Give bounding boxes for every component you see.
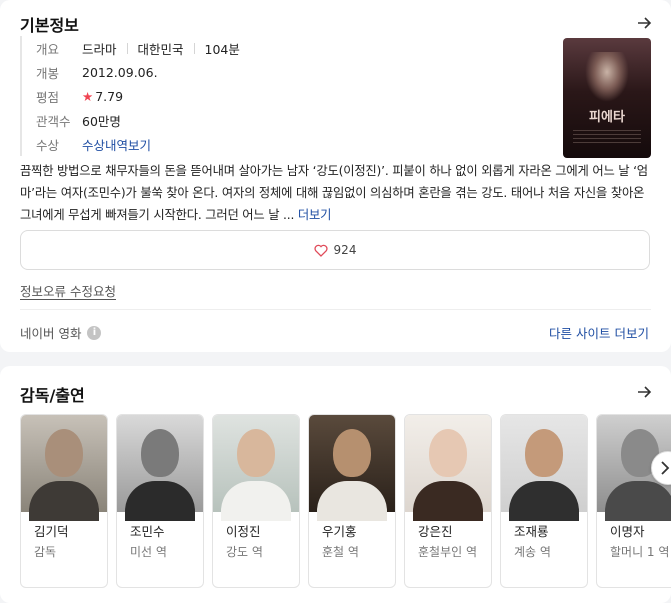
cast-card: 감독/출연 김기덕 감독 조민수 미선 역 이정진 강도 역 우기홍 훈철 역 … [0, 366, 671, 603]
report-error-link[interactable]: 정보오류 수정요청 [20, 281, 116, 300]
person-name: 조재룡 [514, 524, 549, 539]
person-photo [309, 415, 395, 521]
awards-link[interactable]: 수상내역보기 [82, 135, 151, 154]
info-row-audience: 관객수 60만명 [36, 108, 240, 132]
arrow-right-icon[interactable] [635, 14, 653, 32]
cast-item[interactable]: 조재룡 계송 역 [500, 414, 588, 588]
like-count: 924 [333, 243, 357, 257]
like-button[interactable]: 924 [20, 230, 650, 270]
person-name: 강은진 [418, 524, 453, 539]
person-role: 강도 역 [226, 545, 263, 559]
cast-item[interactable]: 이명자 할머니 1 역 [596, 414, 671, 588]
release-value: 2012.09.06. [82, 64, 158, 80]
person-name: 우기홍 [322, 524, 357, 539]
movie-poster[interactable]: 피에타 [563, 38, 651, 158]
person-name: 이정진 [226, 524, 261, 539]
person-photo [117, 415, 203, 521]
person-role: 훈철 역 [322, 545, 359, 559]
person-name: 이명자 [610, 524, 645, 539]
synopsis-more-link[interactable]: 더보기 [298, 208, 332, 222]
info-row-release: 개봉 2012.09.06. [36, 60, 240, 84]
poster-figure [585, 52, 629, 102]
poster-title: 피에타 [589, 110, 625, 125]
info-row-overview: 개요 드라마 대한민국 104분 [36, 36, 240, 60]
cast-item[interactable]: 김기덕 감독 [20, 414, 108, 588]
rating-value: 7.79 [95, 88, 124, 104]
person-photo [405, 415, 491, 521]
cast-item[interactable]: 우기홍 훈철 역 [308, 414, 396, 588]
source-label: 네이버 영화 i [20, 323, 102, 342]
cast-item[interactable]: 강은진 훈철부인 역 [404, 414, 492, 588]
info-list: 개요 드라마 대한민국 104분 개봉 2012.09.06. 평점 ★ 7.7… [20, 36, 240, 156]
genre-value: 드라마 [82, 41, 117, 57]
label-audience: 관객수 [36, 113, 71, 129]
basic-info-card: 기본정보 개요 드라마 대한민국 104분 개봉 2012.09.06. 평점 … [0, 0, 671, 352]
person-role: 할머니 1 역 [610, 545, 670, 559]
person-name: 조민수 [130, 524, 165, 539]
cast-title: 감독/출연 [20, 386, 85, 405]
info-icon[interactable]: i [87, 325, 102, 340]
chevron-right-icon [661, 461, 670, 475]
person-role: 감독 [34, 545, 57, 559]
country-value: 대한민국 [137, 41, 184, 57]
poster-credits [573, 130, 641, 144]
person-photo [213, 415, 299, 521]
label-awards: 수상 [36, 137, 60, 153]
divider [126, 42, 128, 54]
label-rating: 평점 [36, 89, 60, 105]
runtime-value: 104분 [204, 41, 240, 57]
info-row-rating: 평점 ★ 7.79 [36, 84, 240, 108]
person-photo [21, 415, 107, 521]
synopsis-text: 끔찍한 방법으로 채무자들의 돈을 뜯어내며 살아가는 남자 ‘강도(이정진)’… [20, 164, 648, 222]
basic-info-title: 기본정보 [20, 16, 79, 35]
person-role: 미선 역 [130, 545, 167, 559]
divider [193, 42, 195, 54]
person-name: 김기덕 [34, 524, 69, 539]
heart-icon [314, 244, 328, 257]
star-icon: ★ [82, 88, 94, 104]
person-role: 계송 역 [514, 545, 551, 559]
label-overview: 개요 [36, 41, 60, 57]
divider [20, 309, 651, 310]
arrow-right-icon[interactable] [635, 383, 653, 401]
cast-item[interactable]: 조민수 미선 역 [116, 414, 204, 588]
synopsis: 끔찍한 방법으로 채무자들의 돈을 뜯어내며 살아가는 남자 ‘강도(이정진)’… [20, 160, 652, 226]
person-photo [501, 415, 587, 521]
source-text: 네이버 영화 [20, 326, 82, 341]
label-release: 개봉 [36, 65, 60, 81]
other-sites-link[interactable]: 다른 사이트 더보기 [549, 323, 649, 342]
info-row-awards: 수상 수상내역보기 [36, 132, 240, 156]
person-role: 훈철부인 역 [418, 545, 478, 559]
cast-item[interactable]: 이정진 강도 역 [212, 414, 300, 588]
audience-value: 60만명 [82, 113, 121, 129]
